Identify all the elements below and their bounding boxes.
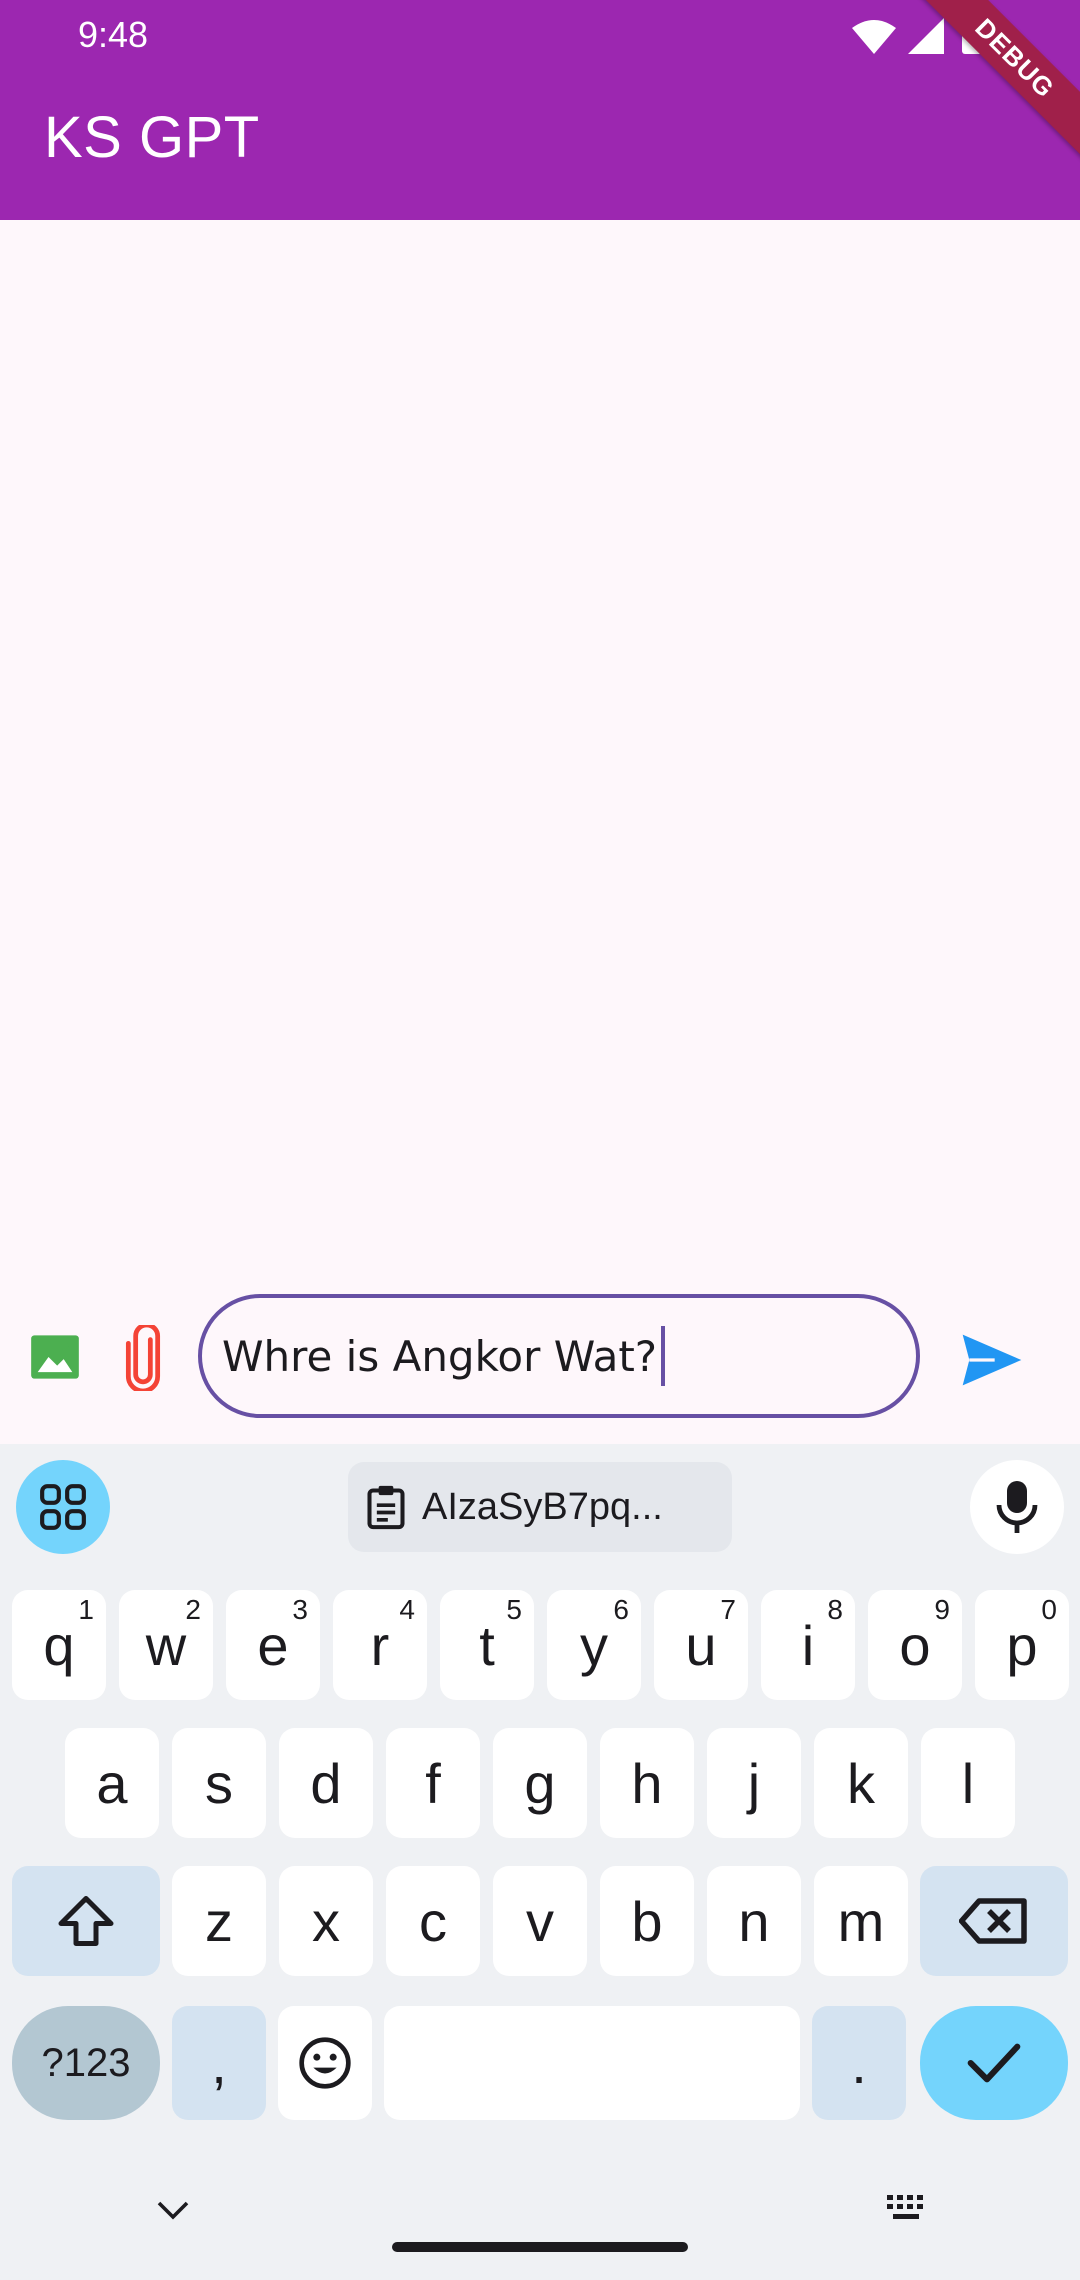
key-label: e <box>257 1613 289 1677</box>
key-t[interactable]: t5 <box>440 1590 534 1700</box>
key-r[interactable]: r4 <box>333 1590 427 1700</box>
shift-icon <box>58 1896 114 1946</box>
space-key[interactable] <box>384 2006 800 2120</box>
key-hint: 1 <box>78 1594 94 1625</box>
key-hint: 5 <box>506 1594 522 1625</box>
key-i[interactable]: i8 <box>761 1590 855 1700</box>
key-label: o <box>899 1613 931 1677</box>
key-a[interactable]: a <box>65 1728 159 1838</box>
period-key[interactable]: . <box>812 2006 906 2120</box>
clipboard-suggestion[interactable]: AIzaSyB7pq... <box>348 1462 732 1552</box>
key-hint: 4 <box>399 1594 415 1625</box>
grid-icon <box>40 1484 86 1530</box>
switch-keyboard-button[interactable] <box>882 2188 932 2228</box>
paperclip-icon <box>125 1325 161 1391</box>
composer-row: Whre is Angkor Wat? <box>0 1284 1080 1434</box>
backspace-icon <box>959 1898 1027 1944</box>
key-label: y <box>580 1613 608 1677</box>
key-y[interactable]: y6 <box>547 1590 641 1700</box>
keyboard-icon <box>887 2195 923 2219</box>
emoji-icon <box>299 2037 351 2089</box>
image-picker-button[interactable] <box>22 1324 88 1390</box>
signal-icon <box>908 18 944 54</box>
key-p[interactable]: p0 <box>975 1590 1069 1700</box>
shift-key[interactable] <box>12 1866 160 1976</box>
key-hint: 0 <box>1041 1594 1057 1625</box>
key-hint: 7 <box>720 1594 736 1625</box>
status-time: 9:48 <box>78 14 149 55</box>
soft-keyboard: AIzaSyB7pq... q1w2e3r4t5y6u7i8o9p0 asdfg… <box>0 1444 1080 2280</box>
key-k[interactable]: k <box>814 1728 908 1838</box>
chevron-down-icon <box>157 2201 189 2220</box>
key-u[interactable]: u7 <box>654 1590 748 1700</box>
send-button[interactable] <box>952 1320 1032 1400</box>
app-title: KS GPT <box>44 105 260 170</box>
home-indicator[interactable] <box>392 2242 688 2252</box>
key-d[interactable]: d <box>279 1728 373 1838</box>
key-hint: 6 <box>613 1594 629 1625</box>
key-label: q <box>43 1613 75 1677</box>
key-h[interactable]: h <box>600 1728 694 1838</box>
keyboard-apps-button[interactable] <box>16 1460 110 1554</box>
key-label: t <box>479 1613 495 1677</box>
key-x[interactable]: x <box>279 1866 373 1976</box>
send-icon <box>962 1334 1022 1386</box>
key-n[interactable]: n <box>707 1866 801 1976</box>
attach-file-button[interactable] <box>110 1320 176 1396</box>
emoji-key[interactable] <box>278 2006 372 2120</box>
clipboard-icon <box>367 1485 405 1530</box>
key-label: u <box>685 1613 717 1677</box>
key-e[interactable]: e3 <box>226 1590 320 1700</box>
enter-key[interactable] <box>920 2006 1068 2120</box>
keyboard-toolbar: AIzaSyB7pq... <box>0 1444 1080 1580</box>
key-l[interactable]: l <box>921 1728 1015 1838</box>
key-label: r <box>370 1613 390 1677</box>
key-q[interactable]: q1 <box>12 1590 106 1700</box>
keyboard-nav-bar <box>0 2180 1080 2280</box>
key-w[interactable]: w2 <box>119 1590 213 1700</box>
symbols-key[interactable]: ?123 <box>12 2006 160 2120</box>
key-o[interactable]: o9 <box>868 1590 962 1700</box>
voice-input-button[interactable] <box>970 1460 1064 1554</box>
key-j[interactable]: j <box>707 1728 801 1838</box>
key-hint: 2 <box>185 1594 201 1625</box>
microphone-icon <box>996 1481 1038 1533</box>
key-g[interactable]: g <box>493 1728 587 1838</box>
backspace-key[interactable] <box>920 1866 1068 1976</box>
key-hint: 3 <box>292 1594 308 1625</box>
key-hint: 8 <box>827 1594 843 1625</box>
message-input-text: Whre is Angkor Wat? <box>222 1331 658 1381</box>
key-f[interactable]: f <box>386 1728 480 1838</box>
image-icon <box>31 1335 79 1379</box>
key-label: w <box>145 1613 187 1677</box>
checkmark-icon <box>967 2043 1021 2083</box>
text-cursor <box>661 1326 666 1386</box>
key-m[interactable]: m <box>814 1866 908 1976</box>
key-hint: 9 <box>934 1594 950 1625</box>
app-bar: 9:48 DEBUG KS GPT <box>0 0 1080 220</box>
message-input[interactable]: Whre is Angkor Wat? <box>198 1294 920 1418</box>
comma-key[interactable]: , <box>172 2006 266 2120</box>
key-b[interactable]: b <box>600 1866 694 1976</box>
wifi-icon <box>852 20 896 54</box>
key-s[interactable]: s <box>172 1728 266 1838</box>
key-c[interactable]: c <box>386 1866 480 1976</box>
key-v[interactable]: v <box>493 1866 587 1976</box>
key-label: p <box>1006 1613 1038 1677</box>
clipboard-text: AIzaSyB7pq... <box>422 1485 663 1528</box>
key-z[interactable]: z <box>172 1866 266 1976</box>
key-label: i <box>801 1613 815 1677</box>
hide-keyboard-button[interactable] <box>148 2190 198 2230</box>
chat-message-list[interactable] <box>0 220 1080 1260</box>
